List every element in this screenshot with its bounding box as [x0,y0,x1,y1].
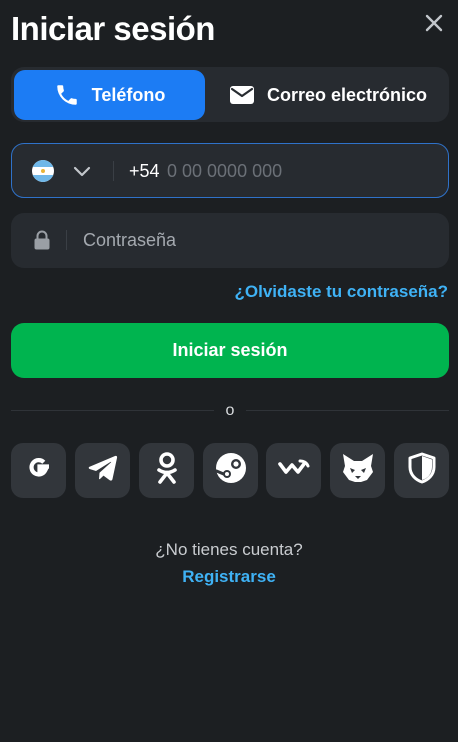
google-icon [23,452,55,489]
tab-phone[interactable]: Teléfono [14,70,205,120]
tab-email[interactable]: Correo electrónico [210,70,446,120]
shield-login-button[interactable] [394,443,449,498]
separator-line [11,410,214,411]
separator-line [246,410,449,411]
telegram-login-button[interactable] [75,443,130,498]
tab-phone-label: Teléfono [91,84,166,105]
page-title: Iniciar sesión [11,10,215,47]
walletconnect-login-button[interactable] [266,443,321,498]
metamask-login-button[interactable] [330,443,385,498]
phone-field: +54 [11,143,449,198]
no-account-text: ¿No tienes cuenta? [155,540,303,559]
google-login-button[interactable] [11,443,66,498]
steam-login-button[interactable] [203,443,258,498]
forgot-password-link[interactable]: ¿Olvidaste tu contraseña? [235,282,449,302]
password-input[interactable] [83,226,433,254]
login-method-tabs: Teléfono Correo electrónico [11,67,449,122]
telegram-icon [87,453,119,488]
shield-icon [408,452,436,489]
login-button[interactable]: Iniciar sesión [11,323,449,378]
phone-input[interactable] [167,157,437,185]
field-divider [66,230,67,250]
separator-label: o [225,402,235,419]
tab-email-label: Correo electrónico [266,84,428,105]
login-modal: Iniciar sesión Teléfono Correo electróni… [0,0,458,742]
field-divider [113,161,114,181]
argentina-flag-icon [32,160,54,182]
metamask-icon [341,452,375,489]
phone-prefix: +54 [129,161,160,181]
walletconnect-icon [277,458,310,483]
chevron-down-icon[interactable] [72,161,92,186]
odnoklassniki-login-button[interactable] [139,443,194,498]
lock-icon [33,230,51,255]
close-icon[interactable] [420,9,448,37]
odnoklassniki-icon [154,451,180,490]
register-link[interactable]: Registrarse [0,567,458,587]
phone-icon [54,82,80,108]
mail-icon [229,84,255,106]
steam-icon [214,452,247,489]
password-field [11,213,449,268]
